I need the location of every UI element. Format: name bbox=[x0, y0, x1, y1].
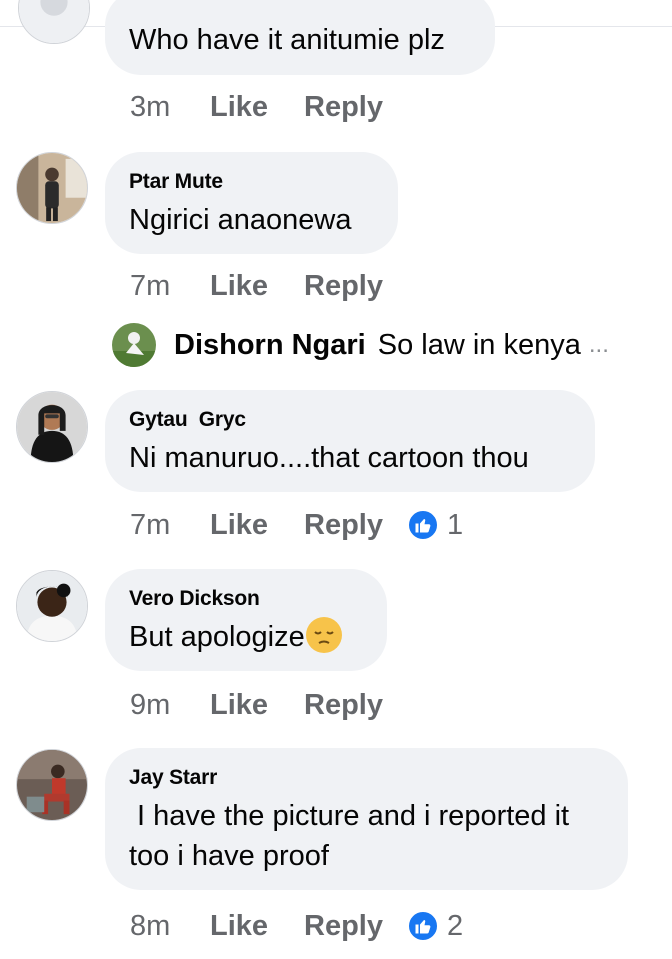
reaction-count: 2 bbox=[446, 909, 464, 942]
comment-time: 9m bbox=[130, 688, 171, 721]
avatar[interactable] bbox=[16, 391, 88, 463]
reaction-summary[interactable]: 1 bbox=[406, 508, 464, 542]
like-reaction-icon bbox=[406, 509, 439, 541]
avatar[interactable] bbox=[18, 0, 90, 44]
comment-text: But apologize bbox=[129, 617, 363, 657]
comment-bubble[interactable]: Vero Dickson But apologize bbox=[105, 569, 387, 671]
comment-author[interactable]: Ptar Mute bbox=[129, 170, 374, 194]
comment-bubble[interactable]: Who have it anitumie plz bbox=[105, 0, 495, 75]
comment-actions: 3m Like Reply bbox=[130, 87, 407, 127]
comment-text: Ni manuruo....that cartoon thou bbox=[129, 442, 529, 474]
avatar[interactable] bbox=[16, 749, 88, 821]
comment-time: 8m bbox=[130, 909, 171, 942]
comment-text: Who have it anitumie plz bbox=[129, 24, 445, 56]
avatar[interactable] bbox=[16, 152, 88, 224]
comment-actions: 9m Like Reply bbox=[130, 685, 407, 725]
comment-time: 3m bbox=[130, 90, 171, 123]
reaction-count: 1 bbox=[446, 508, 464, 541]
reply-button[interactable]: Reply bbox=[304, 509, 383, 542]
reply-text: So law in kenya bbox=[377, 328, 581, 361]
reply-ellipsis: ... bbox=[588, 331, 609, 358]
comment-text-line: too i have proof bbox=[129, 840, 329, 872]
like-button[interactable]: Like bbox=[210, 910, 304, 943]
pensive-face-icon bbox=[305, 617, 342, 653]
reply-button[interactable]: Reply bbox=[304, 910, 383, 943]
comment-actions: 7m Like Reply 1 bbox=[130, 505, 463, 545]
comment-bubble[interactable]: Jay Starr I have the picture and i repor… bbox=[105, 748, 628, 890]
like-button[interactable]: Like bbox=[210, 91, 304, 124]
comment-text: Ngirici anaonewa bbox=[129, 204, 352, 236]
comment-text: I have the picture and i reported it too… bbox=[129, 796, 604, 876]
comment-author[interactable]: Jay Starr bbox=[129, 766, 604, 790]
avatar[interactable] bbox=[16, 570, 88, 642]
reply-button[interactable]: Reply bbox=[304, 91, 383, 124]
reply-button[interactable]: Reply bbox=[304, 270, 383, 303]
comment-author[interactable]: Vero Dickson bbox=[129, 587, 363, 611]
like-reaction-icon bbox=[406, 910, 439, 942]
comment-author[interactable]: Gytau Gryc bbox=[129, 408, 571, 432]
comment-text-content: But apologize bbox=[129, 621, 305, 653]
reply-preview[interactable]: Dishorn Ngari So law in kenya ... bbox=[112, 322, 609, 368]
comment-actions: 7m Like Reply bbox=[130, 266, 407, 306]
comment-time: 7m bbox=[130, 269, 171, 302]
comment-bubble[interactable]: Ptar Mute Ngirici anaonewa bbox=[105, 152, 398, 254]
reply-author[interactable]: Dishorn Ngari bbox=[174, 329, 366, 362]
reply-button[interactable]: Reply bbox=[304, 689, 383, 722]
comment-time: 7m bbox=[130, 508, 171, 541]
comment-actions: 8m Like Reply 2 bbox=[130, 906, 463, 946]
avatar bbox=[112, 323, 156, 367]
comment-bubble[interactable]: Gytau Gryc Ni manuruo....that cartoon th… bbox=[105, 390, 595, 492]
comments-page: Who have it anitumie plz 3m Like Reply P… bbox=[0, 0, 672, 959]
like-button[interactable]: Like bbox=[210, 270, 304, 303]
like-button[interactable]: Like bbox=[210, 689, 304, 722]
comment-text-line: I have the picture and i reported it bbox=[129, 800, 570, 832]
like-button[interactable]: Like bbox=[210, 509, 304, 542]
reaction-summary[interactable]: 2 bbox=[406, 909, 464, 943]
